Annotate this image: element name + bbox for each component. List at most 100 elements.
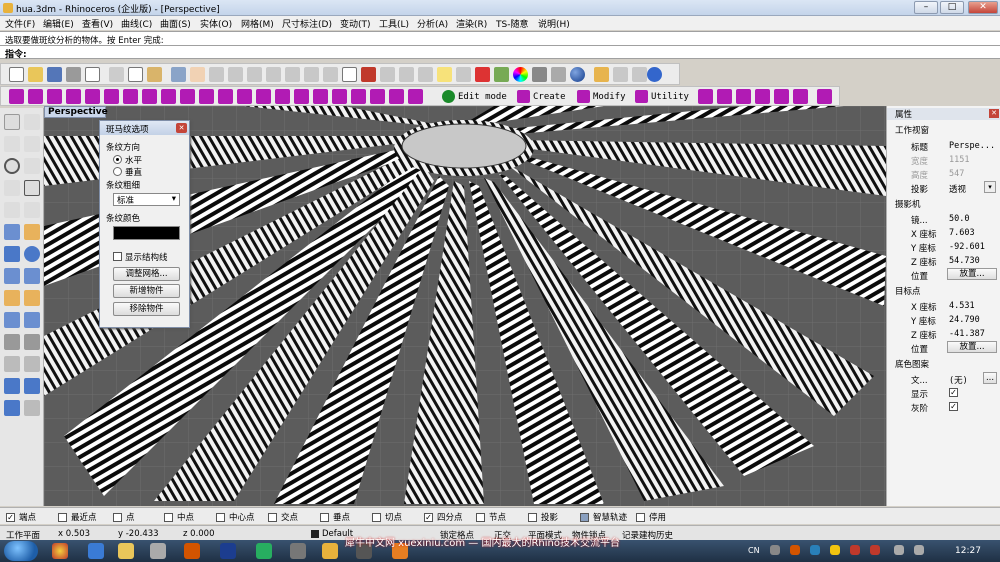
- ts-grid-icon[interactable]: [180, 89, 195, 104]
- undo-view-icon[interactable]: [304, 67, 319, 82]
- ts-split-icon[interactable]: [389, 89, 404, 104]
- camera-x-value[interactable]: 7.603: [949, 228, 975, 238]
- zoom-extents-icon[interactable]: [266, 67, 281, 82]
- viewport-layout-icon[interactable]: [323, 67, 338, 82]
- clock[interactable]: 12:27: [955, 546, 981, 556]
- ts-crease-icon[interactable]: [370, 89, 385, 104]
- menu-surface[interactable]: 曲面(S): [160, 17, 191, 30]
- vertical-radio[interactable]: [113, 167, 122, 176]
- ts-quadball-icon[interactable]: [104, 89, 119, 104]
- create-button[interactable]: Create: [517, 90, 566, 103]
- osnap-knot-checkbox[interactable]: [476, 512, 485, 522]
- properties-close-icon[interactable]: ✕: [989, 109, 999, 118]
- ts-unweld-icon[interactable]: [774, 89, 789, 104]
- osnap-perp[interactable]: 垂点: [320, 511, 350, 523]
- ts-symmetry-icon[interactable]: [698, 89, 713, 104]
- sphere-icon[interactable]: [24, 246, 40, 262]
- ts-tospline-icon[interactable]: [817, 89, 832, 104]
- utility-button[interactable]: Utility: [635, 90, 689, 103]
- paste-icon[interactable]: [147, 67, 162, 82]
- fillet-curve-icon[interactable]: [24, 202, 40, 218]
- target-x-value[interactable]: 4.531: [949, 301, 975, 311]
- analyze-icon[interactable]: [4, 400, 20, 416]
- ts-sweep-icon[interactable]: [237, 89, 252, 104]
- osnap-smarttrack-checkbox[interactable]: [580, 512, 589, 522]
- properties-icon[interactable]: [85, 67, 100, 82]
- ts-patch-icon[interactable]: [294, 89, 309, 104]
- cut-icon[interactable]: [109, 67, 124, 82]
- osnap-end-checkbox[interactable]: ✓: [6, 512, 15, 522]
- ts-convert-icon[interactable]: [275, 89, 290, 104]
- split-icon[interactable]: [4, 312, 20, 328]
- menu-render[interactable]: 渲染(R): [456, 17, 487, 30]
- minimize-button[interactable]: –: [914, 1, 938, 14]
- pan-hand-icon[interactable]: [190, 67, 205, 82]
- ts-cone-icon[interactable]: [123, 89, 138, 104]
- volume-icon[interactable]: [914, 545, 924, 555]
- boolean-icon[interactable]: [4, 290, 20, 306]
- horizontal-radio[interactable]: [113, 155, 122, 164]
- osnap-mid-checkbox[interactable]: [164, 512, 173, 522]
- ts-cylinder-icon[interactable]: [47, 89, 62, 104]
- close-button[interactable]: ✕: [968, 1, 998, 14]
- menu-curve[interactable]: 曲线(C): [121, 17, 152, 30]
- shade-icon[interactable]: [532, 67, 547, 82]
- menu-solid[interactable]: 实体(O): [200, 17, 232, 30]
- osnap-point[interactable]: 点: [113, 511, 135, 523]
- title-field-value[interactable]: Perspe...: [949, 141, 995, 151]
- zoom-window-icon[interactable]: [247, 67, 262, 82]
- osnap-knot[interactable]: 节点: [476, 511, 506, 523]
- osnap-near[interactable]: 最近点: [58, 511, 97, 523]
- ts-pipe-icon[interactable]: [161, 89, 176, 104]
- print-icon[interactable]: [66, 67, 81, 82]
- osnap-quad-checkbox[interactable]: ✓: [424, 512, 433, 522]
- osnap-quad[interactable]: ✓ 四分点: [424, 511, 463, 523]
- dimension-icon[interactable]: [24, 378, 40, 394]
- ts-torus-icon[interactable]: [85, 89, 100, 104]
- osnap-near-checkbox[interactable]: [58, 512, 67, 522]
- explode-icon[interactable]: [24, 290, 40, 306]
- ie-icon[interactable]: [88, 543, 104, 559]
- ts-plane-icon[interactable]: [28, 89, 43, 104]
- ts-extrude-icon[interactable]: [142, 89, 157, 104]
- point-icon[interactable]: [24, 114, 40, 130]
- osnap-tan-checkbox[interactable]: [372, 512, 381, 522]
- explorer-icon[interactable]: [118, 543, 134, 559]
- curve-icon[interactable]: [24, 136, 40, 152]
- more-tools-icon[interactable]: [24, 400, 40, 416]
- menu-dimension[interactable]: 尺寸标注(D): [282, 17, 332, 30]
- tray-icon-3[interactable]: [810, 545, 820, 555]
- osnap-cen[interactable]: 中心点: [216, 511, 255, 523]
- ts-box-icon[interactable]: [9, 89, 24, 104]
- menu-mesh[interactable]: 网格(M): [241, 17, 274, 30]
- photoshop-icon[interactable]: [220, 543, 236, 559]
- rectangle-icon[interactable]: [24, 180, 40, 196]
- tools-icon[interactable]: [632, 67, 647, 82]
- box-icon[interactable]: [4, 246, 20, 262]
- lock-icon[interactable]: [456, 67, 471, 82]
- material-icon[interactable]: [494, 67, 509, 82]
- ts-weld-icon[interactable]: [351, 89, 366, 104]
- projection-select[interactable]: 透视: [949, 183, 966, 195]
- osnap-tan[interactable]: 切点: [372, 511, 402, 523]
- camera-y-value[interactable]: -92.601: [949, 242, 985, 252]
- menu-edit[interactable]: 编辑(E): [43, 17, 74, 30]
- osnap-perp-checkbox[interactable]: [320, 512, 329, 522]
- osnap-icon[interactable]: [418, 67, 433, 82]
- add-object-button[interactable]: 新增物件: [113, 284, 180, 298]
- car-render-icon[interactable]: [361, 67, 376, 82]
- tray-icon-4[interactable]: [830, 545, 840, 555]
- ts-rail-icon[interactable]: [256, 89, 271, 104]
- cplane-icon[interactable]: [399, 67, 414, 82]
- open-icon[interactable]: [28, 67, 43, 82]
- camera-place-button[interactable]: 放置...: [947, 268, 997, 280]
- modify-button[interactable]: Modify: [577, 90, 626, 103]
- show-bitmap-checkbox[interactable]: ✓: [949, 388, 958, 397]
- surface-icon[interactable]: [4, 224, 20, 240]
- ellipse-icon[interactable]: [24, 158, 40, 174]
- osnap-point-checkbox[interactable]: [113, 512, 122, 522]
- osnap-mid[interactable]: 中点: [164, 511, 194, 523]
- ts-thicken-icon[interactable]: [717, 89, 732, 104]
- circle-icon[interactable]: [4, 158, 20, 174]
- menu-view[interactable]: 查看(V): [82, 17, 113, 30]
